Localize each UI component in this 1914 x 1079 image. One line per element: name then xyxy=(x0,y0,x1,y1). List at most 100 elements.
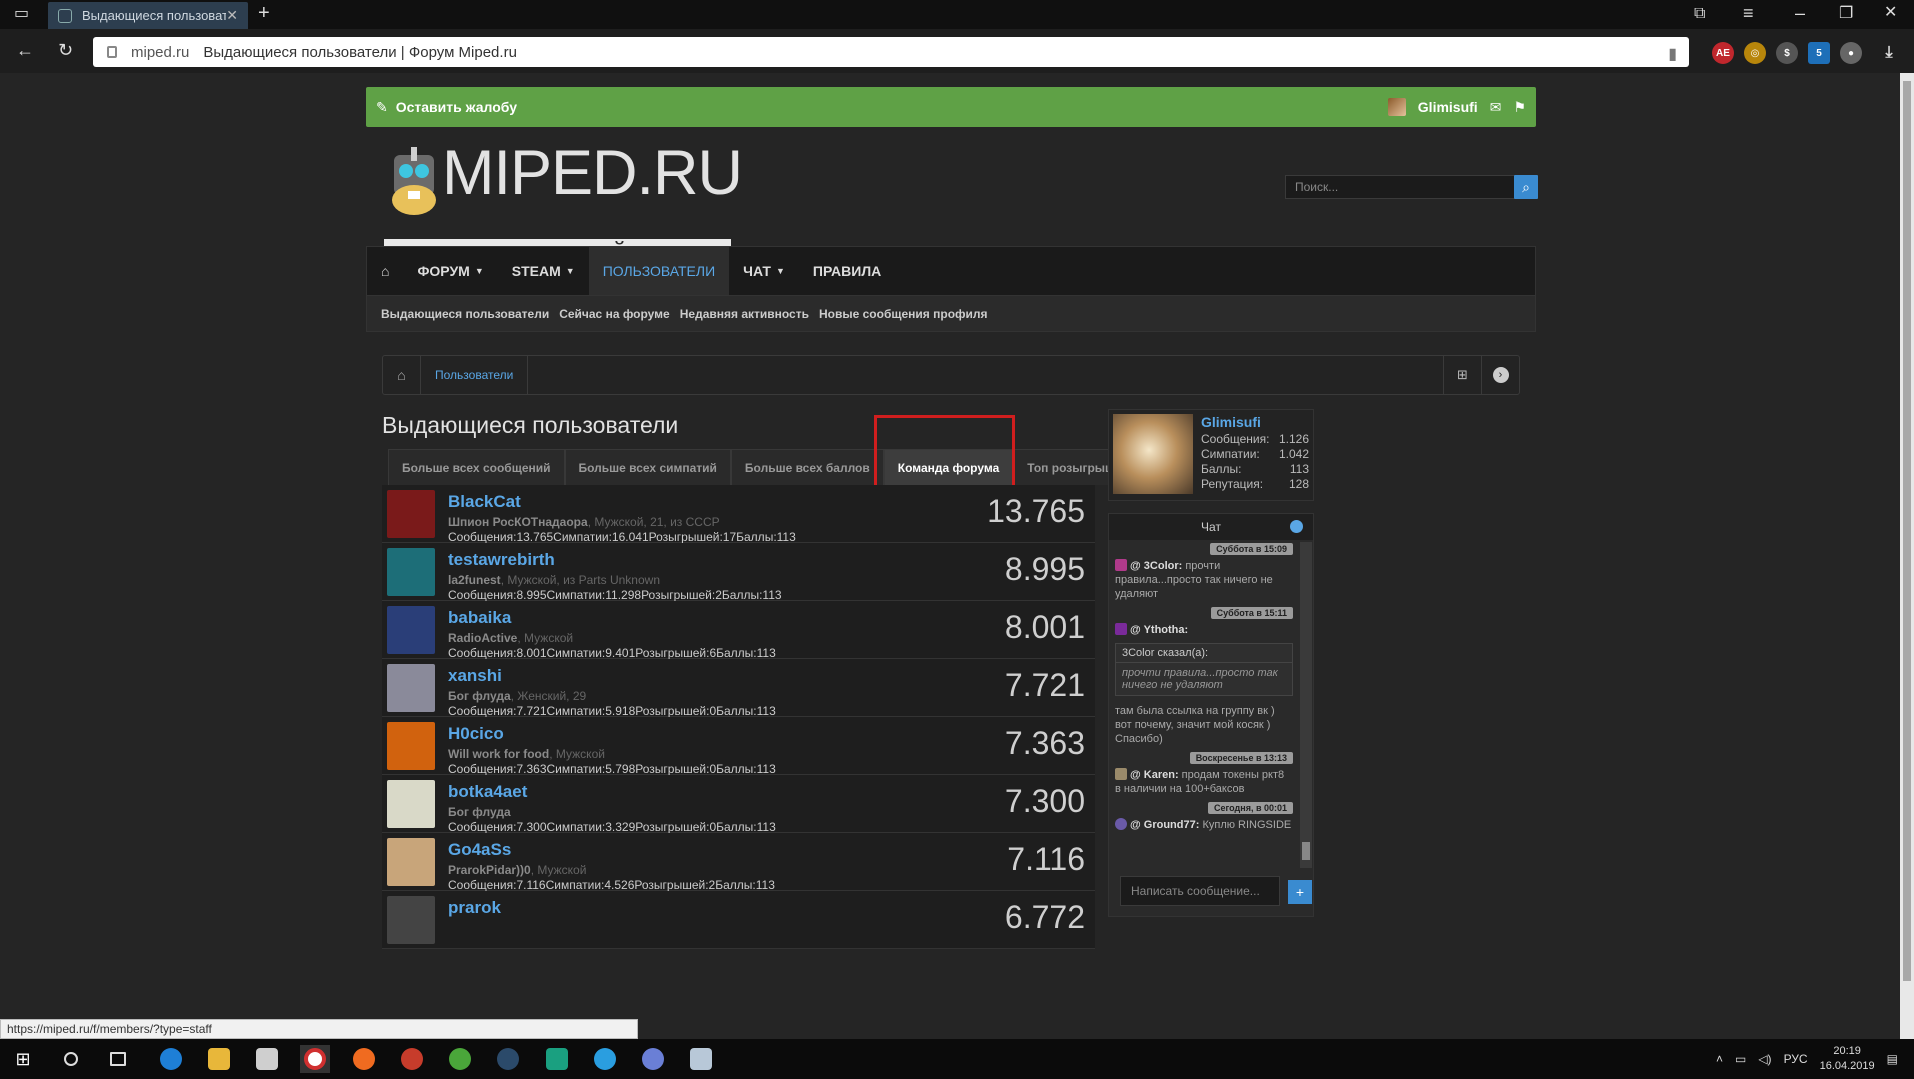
scrollbar-thumb[interactable] xyxy=(1903,81,1911,981)
chat-avatar[interactable] xyxy=(1115,623,1127,635)
profile-avatar[interactable] xyxy=(1113,414,1193,494)
game-app-icon[interactable] xyxy=(542,1045,572,1073)
member-name[interactable]: BlackCat xyxy=(448,492,521,512)
store-icon[interactable] xyxy=(252,1045,282,1073)
member-name[interactable]: botka4aet xyxy=(448,782,527,802)
sitemap-icon[interactable]: ⊞ xyxy=(1443,356,1481,394)
tab-most-likes[interactable]: Больше всех симпатий xyxy=(564,449,731,485)
member-info: RadioActive, Мужской xyxy=(448,631,574,645)
member-avatar[interactable] xyxy=(387,490,435,538)
new-tab-icon[interactable]: + xyxy=(258,3,270,23)
nav-home[interactable]: ⌂ xyxy=(367,247,403,295)
user-avatar[interactable] xyxy=(1387,98,1406,116)
bookmark-icon[interactable]: ▮ xyxy=(1668,44,1677,64)
browser-tab[interactable]: Выдающиеся пользоват ✕ xyxy=(48,2,248,29)
chat-avatar[interactable] xyxy=(1115,818,1127,830)
menu-icon[interactable]: ≡ xyxy=(1743,4,1754,22)
chat-input[interactable]: Написать сообщение... xyxy=(1120,876,1280,906)
network-icon[interactable]: ▭ xyxy=(1735,1052,1746,1066)
page-scrollbar[interactable] xyxy=(1900,73,1914,1039)
member-name[interactable]: xanshi xyxy=(448,666,502,686)
member-name[interactable]: prarok xyxy=(448,898,501,918)
chat-avatar[interactable] xyxy=(1115,559,1127,571)
chat-send-button[interactable]: + xyxy=(1288,880,1312,904)
coin-extension-icon[interactable]: ◎ xyxy=(1744,42,1766,64)
utorrent-icon[interactable] xyxy=(445,1045,475,1073)
profile-name[interactable]: Glimisufi xyxy=(1201,414,1261,430)
chat-avatar[interactable] xyxy=(1115,768,1127,780)
sidebar-toggle-icon[interactable]: ▭ xyxy=(14,6,29,22)
complaint-link[interactable]: Оставить жалобу xyxy=(396,99,517,115)
member-avatar[interactable] xyxy=(387,838,435,886)
breadcrumb-home[interactable]: ⌂ xyxy=(383,356,421,394)
subnav-online-now[interactable]: Сейчас на форуме xyxy=(559,307,670,321)
member-avatar[interactable] xyxy=(387,722,435,770)
bookmarks-icon[interactable]: ⧉ xyxy=(1694,6,1705,22)
download-icon[interactable]: ⤓ xyxy=(1878,42,1900,64)
steam-extension-icon[interactable]: 5 xyxy=(1808,42,1830,64)
chevron-up-icon[interactable]: ˄ xyxy=(1716,1052,1723,1066)
telegram-icon[interactable] xyxy=(590,1045,620,1073)
nav-users[interactable]: ПОЛЬЗОВАТЕЛИ xyxy=(588,247,730,295)
member-avatar[interactable] xyxy=(387,548,435,596)
member-avatar[interactable] xyxy=(387,896,435,944)
site-logo[interactable]: MIPED.RU ИНФОРМАЦИОННЫЙ ПОРТАЛ xyxy=(384,138,744,269)
explorer-icon[interactable] xyxy=(204,1045,234,1073)
minimize-icon[interactable]: – xyxy=(1795,4,1805,22)
task-view-icon[interactable] xyxy=(103,1045,133,1073)
discord-icon[interactable] xyxy=(638,1045,668,1073)
member-name[interactable]: Go4aSs xyxy=(448,840,511,860)
clock[interactable]: 20:19 16.04.2019 xyxy=(1820,1044,1875,1074)
subnav-new-profile-posts[interactable]: Новые сообщения профиля xyxy=(819,307,988,321)
member-avatar[interactable] xyxy=(387,664,435,712)
volume-icon[interactable]: ◁) xyxy=(1758,1052,1771,1066)
member-name[interactable]: H0cico xyxy=(448,724,504,744)
maximize-icon[interactable]: ❐ xyxy=(1839,6,1853,22)
member-name[interactable]: babaika xyxy=(448,608,511,628)
jump-button[interactable]: › xyxy=(1481,356,1519,394)
chat-widget: Чат Суббота в 15:09 @ 3Color: прочти пра… xyxy=(1108,513,1314,917)
close-window-icon[interactable]: ✕ xyxy=(1884,5,1897,21)
tab-most-points[interactable]: Больше всех баллов xyxy=(730,449,884,485)
edge-icon[interactable] xyxy=(156,1045,186,1073)
username-link[interactable]: Glimisufi xyxy=(1418,99,1478,115)
member-name[interactable]: testawrebirth xyxy=(448,550,555,570)
url-bar[interactable]: miped.ru Выдающиеся пользователи | Форум… xyxy=(93,37,1689,67)
notifications-icon[interactable]: ▤ xyxy=(1887,1052,1898,1066)
member-stats: Сообщения:7.363Симпатии:5.798Розыгрышей:… xyxy=(448,762,776,776)
search-input[interactable]: Поиск... xyxy=(1285,175,1515,199)
origin-icon[interactable] xyxy=(349,1045,379,1073)
reload-icon[interactable]: ↻ xyxy=(58,41,73,59)
dollar-extension-icon[interactable]: $ xyxy=(1776,42,1798,64)
envelope-icon[interactable]: ✉ xyxy=(1490,99,1502,116)
back-icon[interactable]: ← xyxy=(16,41,34,59)
nav-steam[interactable]: STEAM ▼ xyxy=(498,247,589,295)
subnav-notable-members[interactable]: Выдающиеся пользователи xyxy=(381,307,549,321)
member-avatar[interactable] xyxy=(387,606,435,654)
nav-forum[interactable]: ФОРУМ ▼ xyxy=(403,247,497,295)
profile-row: Баллы: 113 xyxy=(1201,462,1309,476)
lightbulb-extension-icon[interactable]: ● xyxy=(1840,42,1862,64)
breadcrumb-users[interactable]: Пользователи xyxy=(421,356,529,394)
member-tabs: Больше всех сообщений Больше всех симпат… xyxy=(388,449,1144,485)
steam-icon[interactable] xyxy=(493,1045,523,1073)
close-tab-icon[interactable]: ✕ xyxy=(226,7,238,24)
nav-rules[interactable]: ПРАВИЛА xyxy=(799,247,895,295)
browser-tab-bar: ▭ Выдающиеся пользоват ✕ + ⧉ ≡ – ❐ ✕ xyxy=(0,0,1914,29)
chat-settings-icon[interactable] xyxy=(1290,520,1303,533)
language-indicator[interactable]: РУС xyxy=(1784,1052,1808,1066)
scrollbar-thumb[interactable] xyxy=(1302,842,1310,860)
adblock-extension-icon[interactable]: AE xyxy=(1712,42,1734,64)
tab-most-messages[interactable]: Больше всех сообщений xyxy=(388,449,565,485)
subnav-recent-activity[interactable]: Недавняя активность xyxy=(680,307,809,321)
app-icon[interactable] xyxy=(397,1045,427,1073)
yandex-browser-icon[interactable] xyxy=(300,1045,330,1073)
chat-scrollbar[interactable] xyxy=(1300,542,1312,868)
search-button[interactable]: ⌕ xyxy=(1514,175,1538,199)
start-icon[interactable]: ⊞ xyxy=(8,1045,38,1073)
paint-icon[interactable] xyxy=(686,1045,716,1073)
member-avatar[interactable] xyxy=(387,780,435,828)
flag-icon[interactable]: ⚑ xyxy=(1513,99,1526,116)
search-icon[interactable] xyxy=(56,1045,86,1073)
nav-chat[interactable]: ЧАТ ▼ xyxy=(729,247,799,295)
